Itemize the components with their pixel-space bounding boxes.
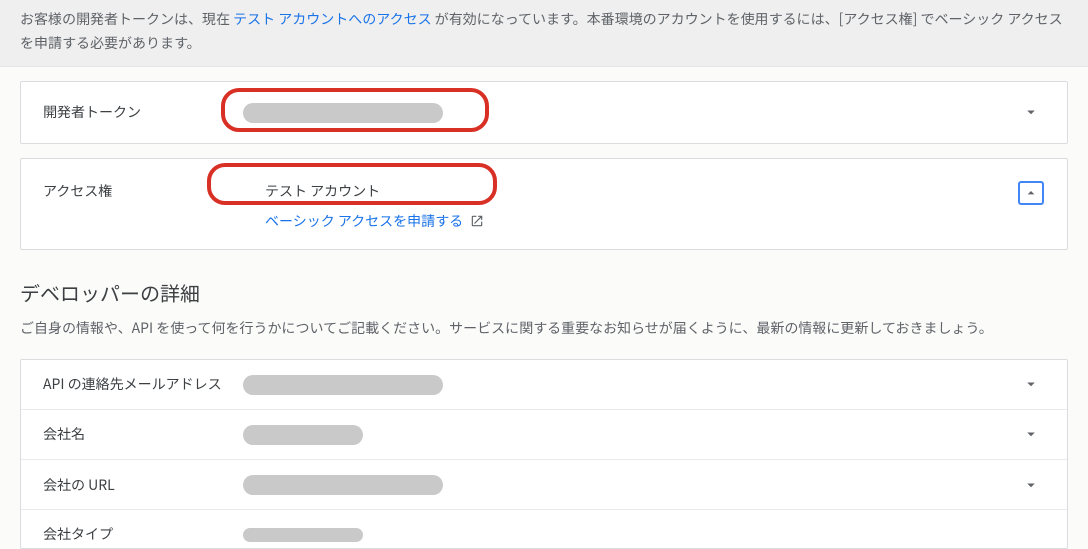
company-url-label: 会社の URL (43, 475, 243, 495)
chevron-down-icon[interactable] (1017, 425, 1045, 443)
company-name-row[interactable]: 会社名 (21, 409, 1067, 459)
chevron-down-icon[interactable] (1017, 476, 1045, 494)
notice-prefix: お客様の開発者トークンは、現在 (20, 9, 230, 29)
access-panel: アクセス権 テスト アカウント ベーシック アクセスを申請する (20, 158, 1068, 250)
company-type-row[interactable]: 会社タイプ (21, 509, 1067, 548)
access-label: アクセス権 (43, 181, 243, 201)
redacted-value (243, 375, 443, 395)
access-row[interactable]: アクセス権 テスト アカウント ベーシック アクセスを申請する (21, 159, 1067, 249)
chevron-up-icon[interactable] (1017, 181, 1045, 205)
apply-basic-access-link[interactable]: ベーシック アクセスを申請する (243, 211, 463, 231)
api-email-row[interactable]: API の連絡先メールアドレス (21, 360, 1067, 409)
redacted-value (243, 528, 363, 542)
access-value: テスト アカウント (243, 181, 1017, 201)
company-url-value (243, 474, 1017, 495)
redacted-value (243, 475, 443, 495)
developer-details-description: ご自身の情報や、API を使って何を行うかについてご記載ください。サービスに関す… (20, 317, 1068, 341)
company-type-value (243, 524, 1017, 544)
company-name-value (243, 424, 1017, 445)
company-name-label: 会社名 (43, 424, 243, 444)
company-type-label: 会社タイプ (43, 524, 243, 544)
dev-token-label: 開発者トークン (43, 102, 243, 122)
redacted-value (243, 425, 363, 445)
notice-link[interactable]: テスト アカウントへのアクセス (233, 9, 431, 29)
chevron-down-icon[interactable] (1017, 375, 1045, 393)
redacted-value (243, 103, 443, 123)
api-email-label: API の連絡先メールアドレス (43, 374, 243, 394)
dev-token-value (243, 102, 1017, 123)
developer-details-title: デベロッパーの詳細 (20, 278, 1068, 307)
developer-details-panel: API の連絡先メールアドレス 会社名 会社の URL 会社タイプ (20, 359, 1068, 549)
dev-token-panel: 開発者トークン (20, 81, 1068, 144)
company-url-row[interactable]: 会社の URL (21, 459, 1067, 509)
external-link-icon (470, 214, 484, 228)
api-email-value (243, 374, 1017, 395)
dev-token-row[interactable]: 開発者トークン (21, 82, 1067, 143)
chevron-down-icon[interactable] (1017, 103, 1045, 121)
notice-bar: お客様の開発者トークンは、現在 テスト アカウントへのアクセス が有効になってい… (0, 0, 1088, 67)
